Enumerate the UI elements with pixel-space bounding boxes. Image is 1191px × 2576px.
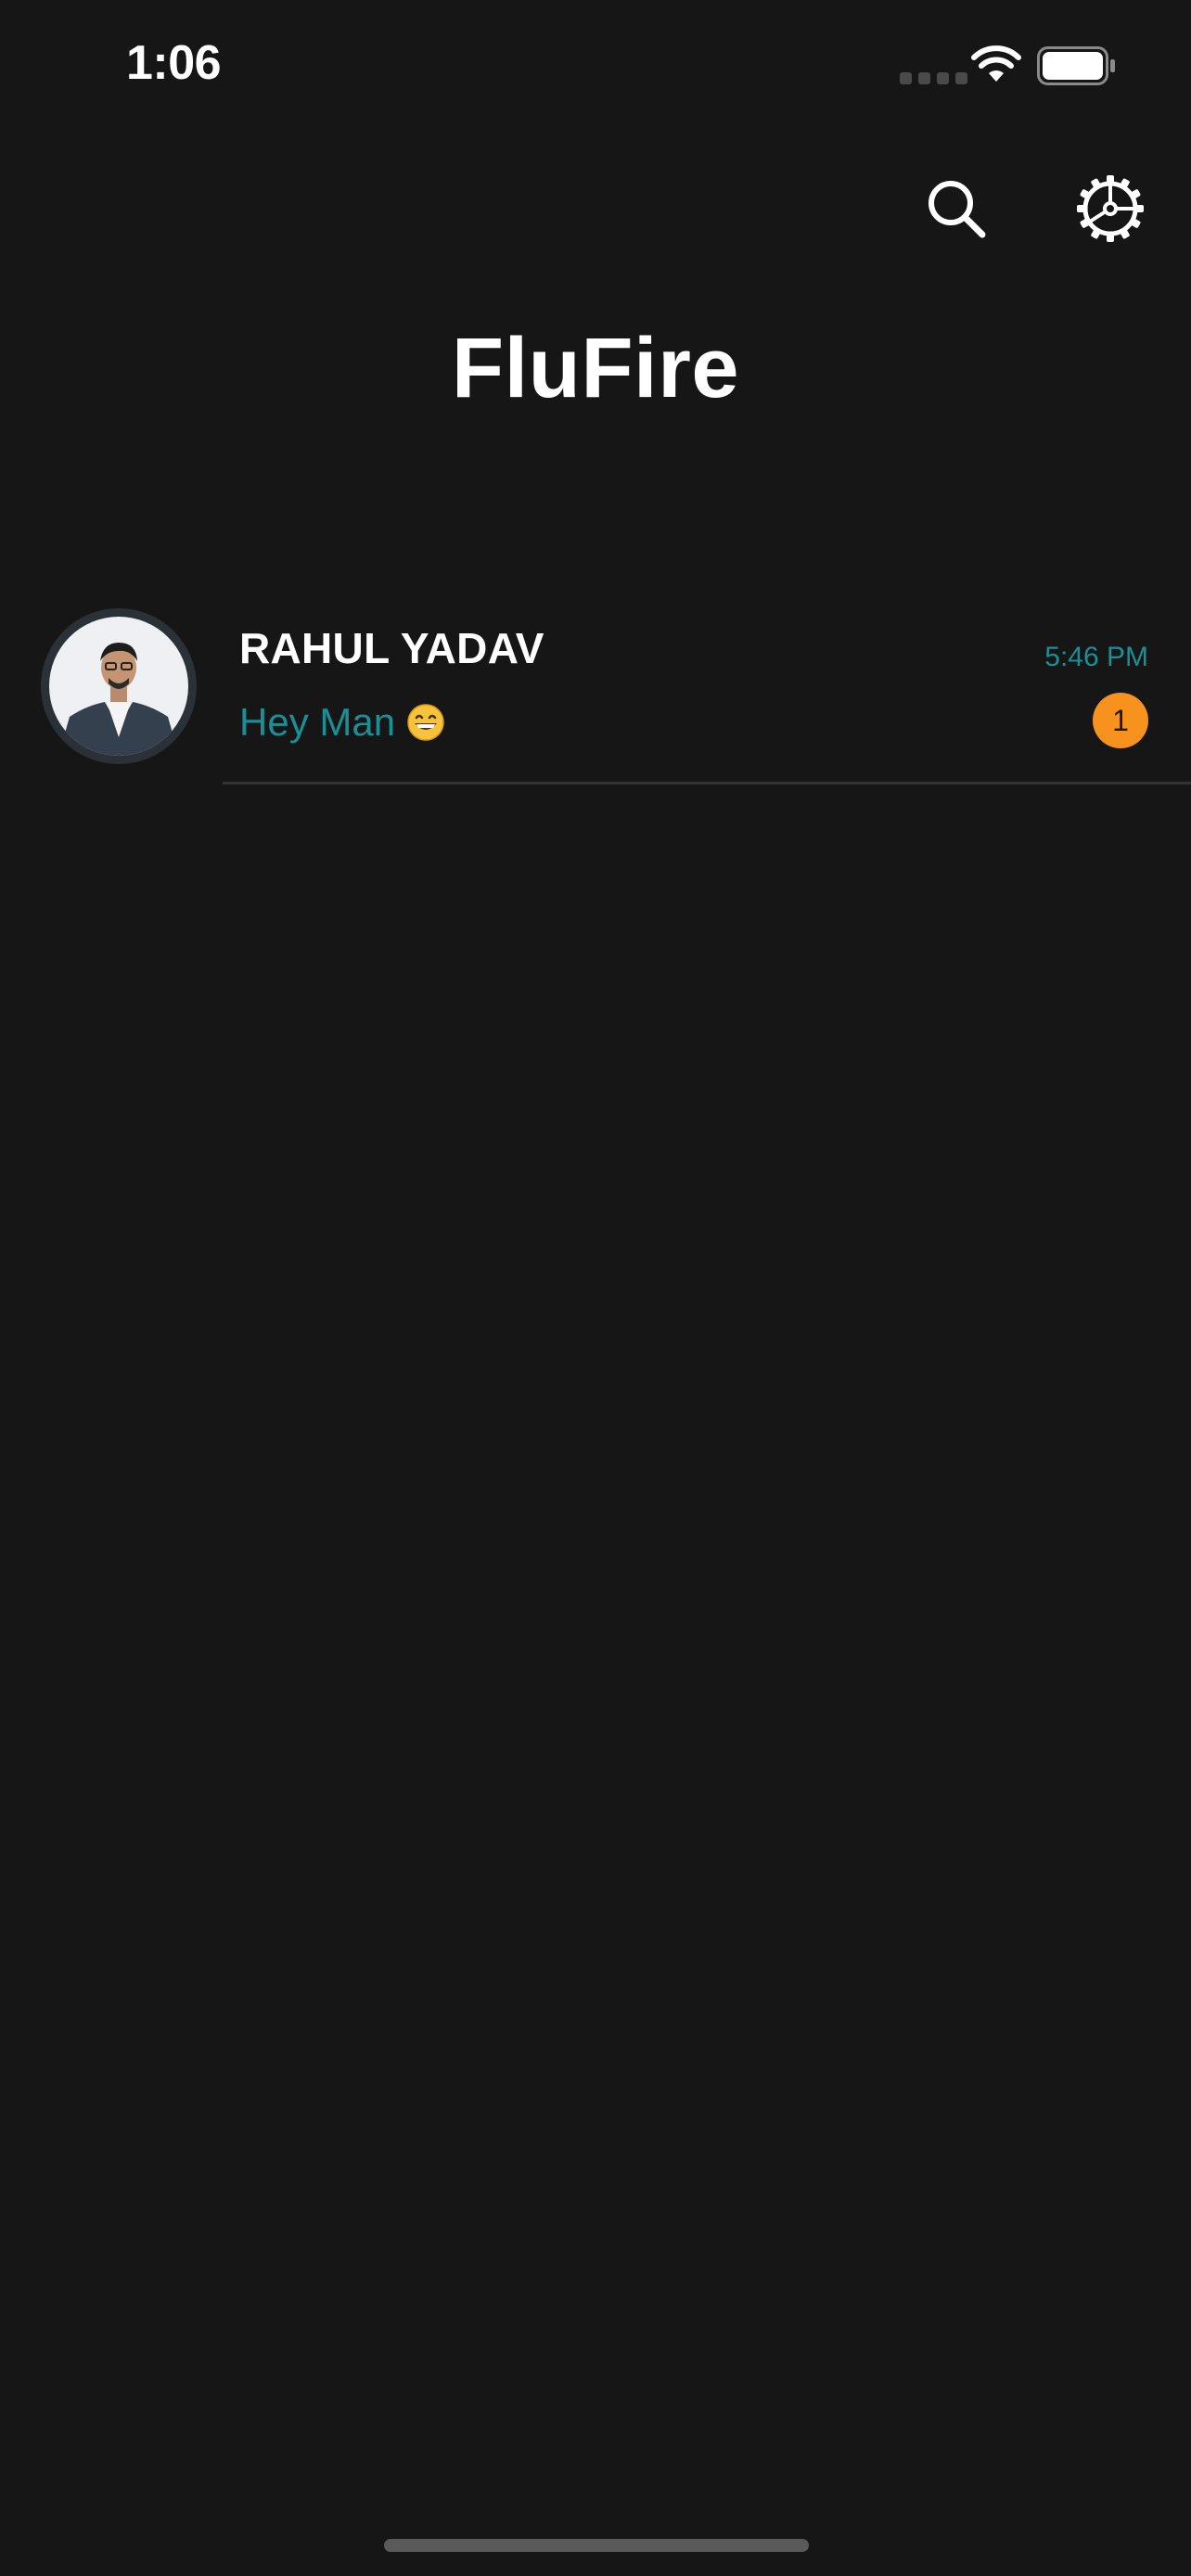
- settings-button[interactable]: [1076, 174, 1145, 243]
- home-indicator[interactable]: [384, 2539, 809, 2552]
- app-title: FluFire: [451, 321, 740, 415]
- battery-icon: [1037, 46, 1115, 85]
- status-bar: 1:06: [0, 0, 1191, 139]
- divider: [223, 782, 1191, 784]
- avatar-photo: [49, 617, 188, 756]
- settings-icon: [1077, 175, 1144, 242]
- avatar[interactable]: [41, 608, 197, 764]
- search-button[interactable]: [924, 176, 989, 241]
- status-time: 1:06: [126, 36, 222, 90]
- message-time: 5:46 PM: [1044, 642, 1148, 672]
- last-message-preview: Hey Man: [239, 700, 445, 745]
- wifi-icon: [971, 45, 1021, 82]
- chat-list-item[interactable]: RAHUL YADAV Hey Man 5:46 PM 1: [0, 603, 1191, 784]
- signal-dots-icon: [900, 72, 967, 84]
- unread-count-badge: 1: [1093, 693, 1148, 748]
- contact-name: RAHUL YADAV: [239, 624, 544, 672]
- last-message-text: Hey Man: [239, 700, 396, 744]
- grinning-face-icon: [407, 704, 444, 741]
- search-icon: [928, 181, 986, 238]
